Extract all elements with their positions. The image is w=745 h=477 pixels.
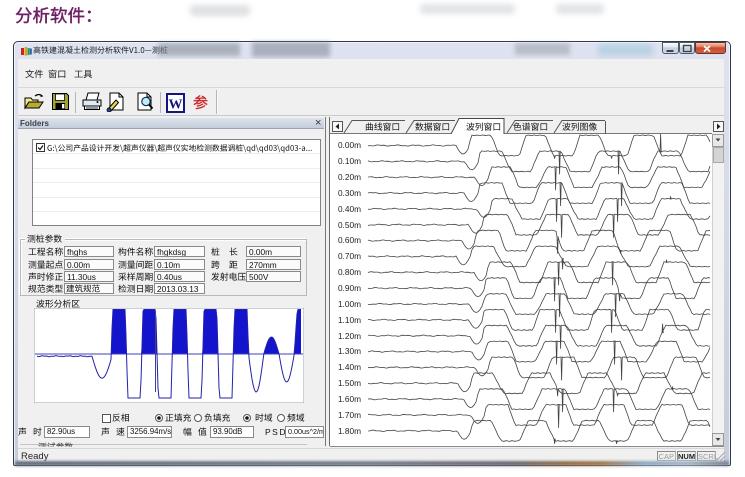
- svg-text:W: W: [169, 98, 183, 113]
